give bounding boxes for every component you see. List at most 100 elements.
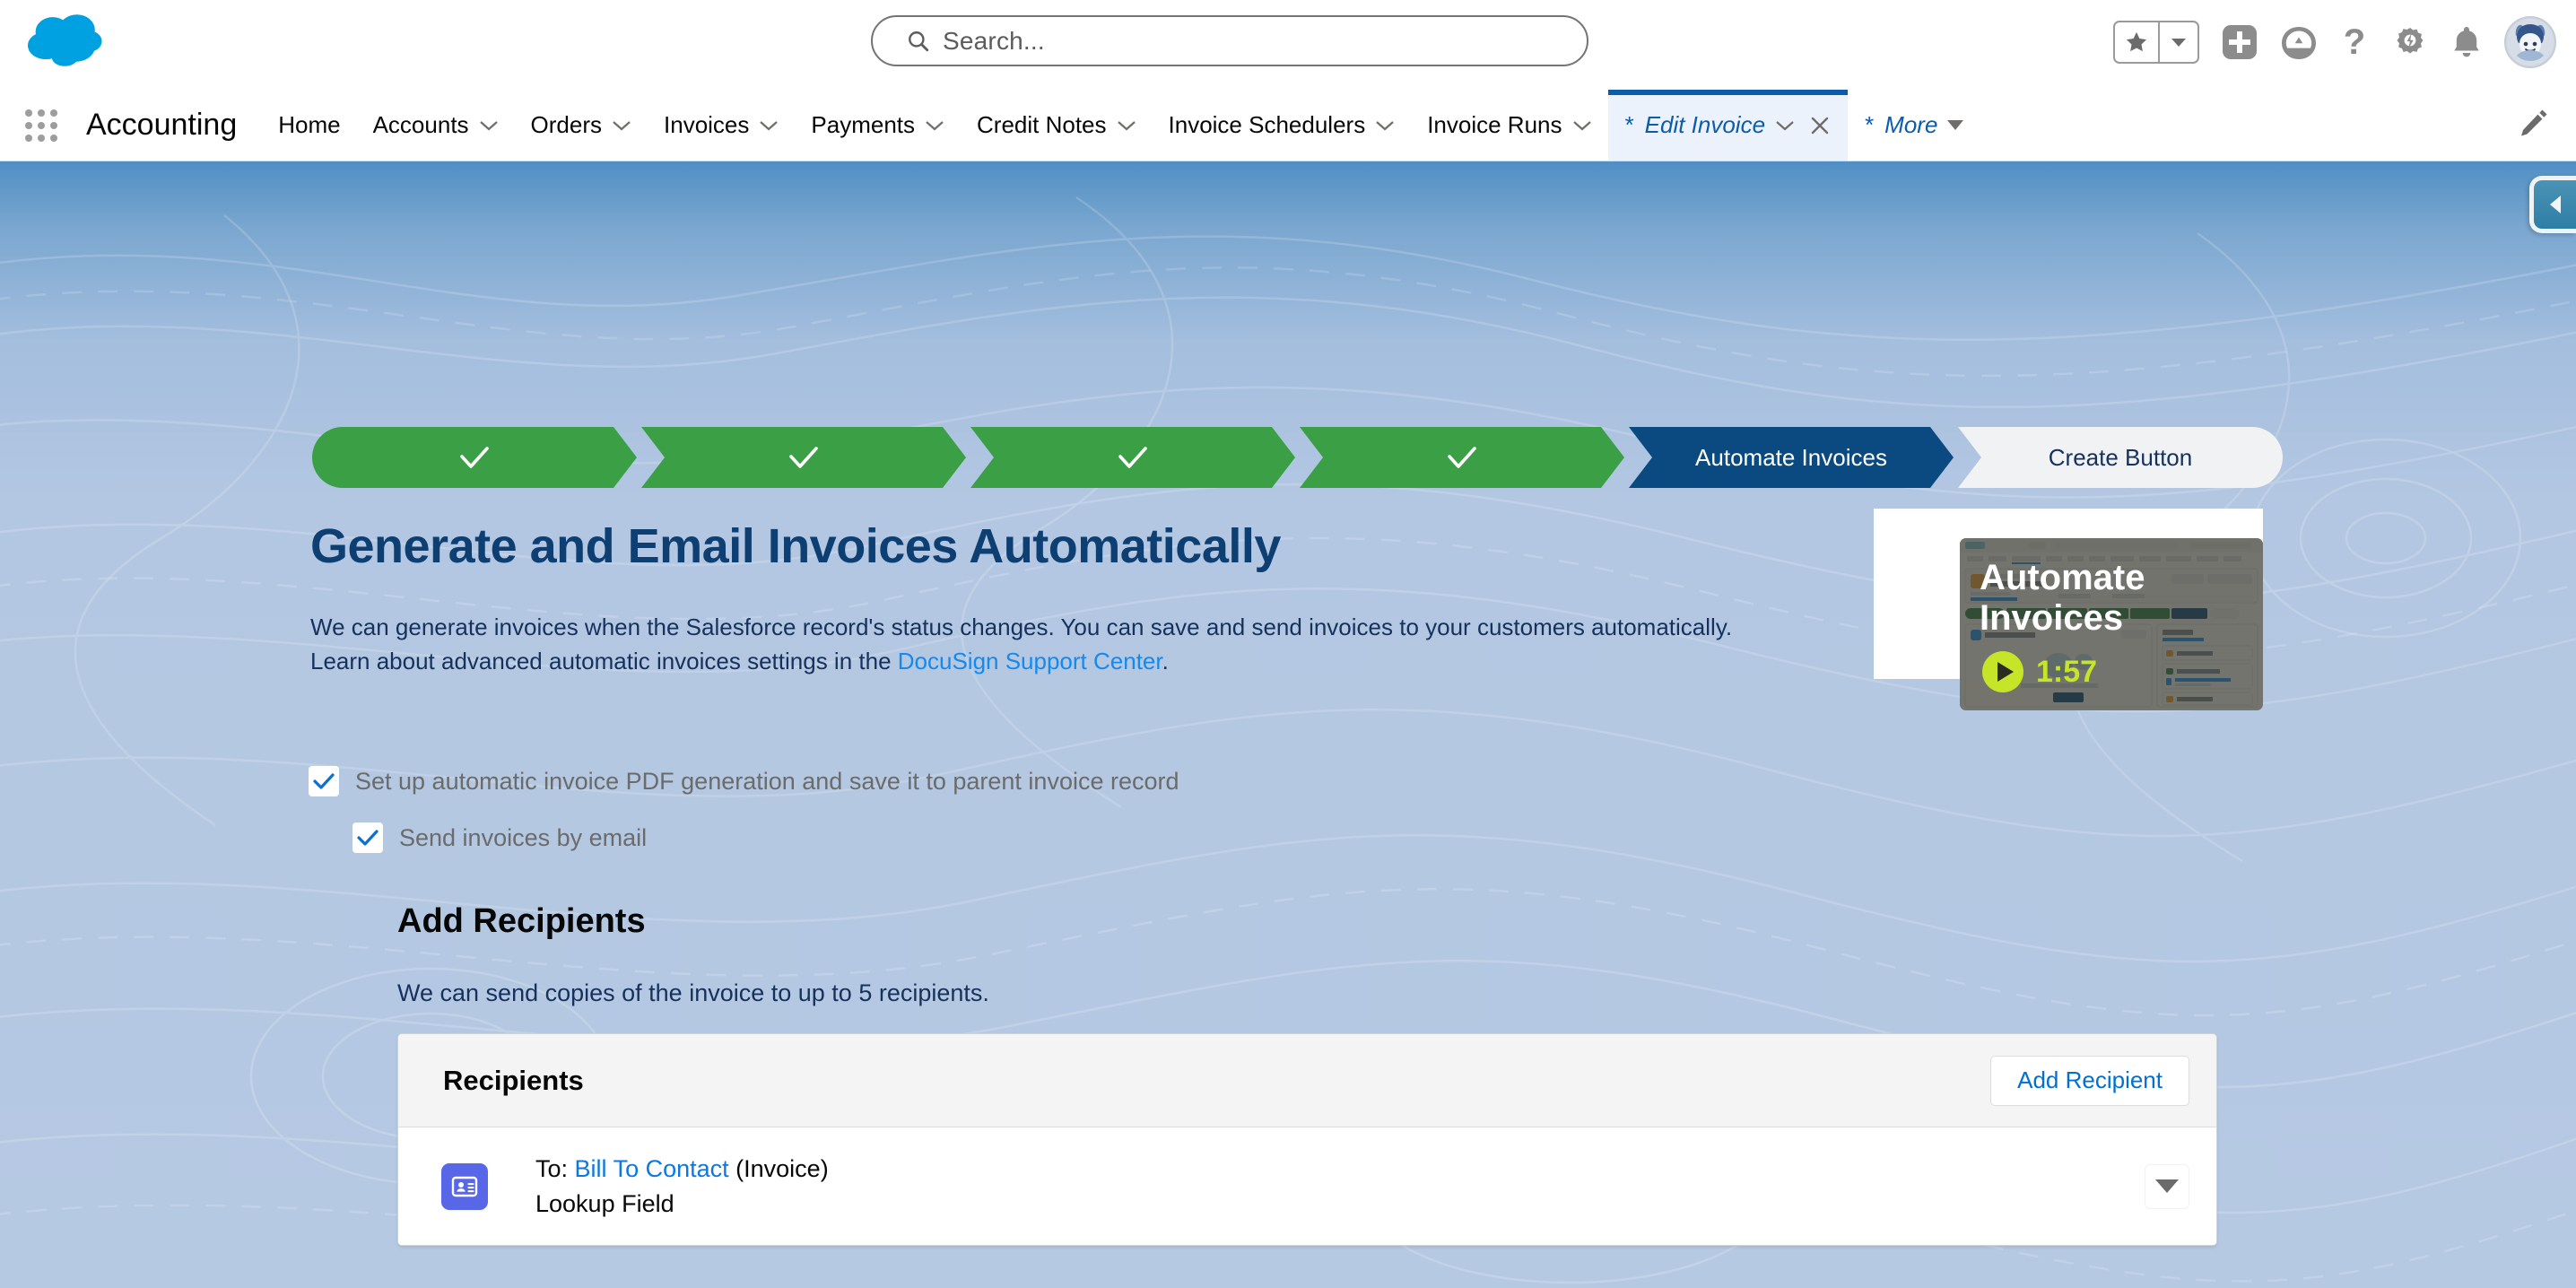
chevron-down-icon [760, 120, 779, 130]
check-icon [788, 445, 820, 470]
search-icon [909, 30, 929, 51]
nav-item-label: Invoice Runs [1427, 111, 1562, 138]
nav-item-label: Accounts [372, 111, 469, 138]
recipient-row[interactable]: To: Bill To Contact (Invoice) Lookup Fie… [398, 1127, 2216, 1245]
svg-text:?: ? [2344, 22, 2365, 62]
nav-item-label: Payments [811, 111, 916, 138]
global-actions-plus-icon[interactable] [2221, 23, 2258, 61]
recipients-card: Recipients Add Recipient To: Bill To Con… [397, 1033, 2217, 1246]
setup-gear-icon[interactable] [2391, 23, 2429, 61]
recipient-object-suffix: (Invoice) [735, 1155, 829, 1183]
checkbox-row-send-by-email[interactable]: Send invoices by email [352, 822, 647, 853]
description-line-2-prefix: Learn about advanced automatic invoices … [310, 647, 898, 674]
recipient-field-link[interactable]: Bill To Contact [575, 1155, 729, 1182]
chevron-down-icon [479, 120, 498, 130]
app-name-label: Accounting [86, 108, 238, 142]
step-3-completed[interactable] [970, 427, 1295, 488]
favorites-caret-icon[interactable] [2160, 22, 2197, 62]
nav-tab-more[interactable]: * More [1848, 90, 1980, 161]
nav-item-invoice-schedulers[interactable]: Invoice Schedulers [1153, 90, 1412, 161]
flow-canvas: Automate Invoices Create Button Generate… [0, 161, 2576, 1288]
video-play-control[interactable]: 1:57 [1982, 651, 2097, 692]
nav-item-list: Home Accounts Orders Invoices Payments C… [262, 90, 1980, 161]
favorites-group[interactable] [2113, 21, 2199, 64]
check-icon [458, 445, 491, 470]
docusign-support-center-link[interactable]: DocuSign Support Center [898, 648, 1162, 674]
unsaved-indicator: * [1864, 111, 1874, 138]
header-icon-group: ? [2113, 14, 2556, 70]
recipients-card-title: Recipients [443, 1064, 584, 1096]
recipient-details: To: Bill To Contact (Invoice) Lookup Fie… [535, 1152, 829, 1221]
chevron-down-icon [1117, 120, 1136, 130]
add-recipient-button[interactable]: Add Recipient [1990, 1055, 2189, 1106]
search-input[interactable]: Search... [871, 15, 1588, 66]
step-1-completed[interactable] [312, 427, 637, 488]
global-header: Search... ? [0, 0, 2576, 90]
notifications-bell-icon[interactable] [2450, 23, 2483, 61]
step-create-button-upcoming[interactable]: Create Button [1958, 427, 2283, 488]
step-label: Automate Invoices [1695, 443, 1887, 471]
unsaved-indicator: * [1623, 111, 1633, 138]
close-icon[interactable] [1808, 114, 1832, 137]
play-button-icon[interactable] [1982, 651, 2023, 692]
checkbox-send-by-email[interactable] [352, 822, 383, 853]
nav-item-credit-notes[interactable]: Credit Notes [961, 90, 1153, 161]
chevron-down-icon[interactable] [1775, 119, 1795, 132]
global-search[interactable]: Search... [871, 15, 1588, 66]
checkbox-pdf-generation[interactable] [309, 766, 339, 796]
checkbox-row-pdf-generation[interactable]: Set up automatic invoice PDF generation … [309, 766, 1179, 796]
step-2-completed[interactable] [641, 427, 966, 488]
recipient-field-type: Lookup Field [535, 1189, 674, 1217]
recipient-to-label: To: [535, 1155, 569, 1183]
nav-item-label: Invoices [664, 111, 750, 138]
nav-item-label: Invoice Schedulers [1168, 111, 1366, 138]
recipients-card-header: Recipients Add Recipient [398, 1034, 2216, 1127]
video-duration: 1:57 [2036, 654, 2098, 689]
app-launcher-waffle-icon[interactable] [25, 109, 59, 142]
flow-progress-indicator: Automate Invoices Create Button [312, 427, 2283, 488]
page-description: We can generate invoices when the Salesf… [310, 611, 1835, 678]
video-title: Automate Invoices [1980, 558, 2145, 638]
checkbox-label: Send invoices by email [399, 823, 648, 851]
nav-item-invoice-runs[interactable]: Invoice Runs [1411, 90, 1607, 161]
chevron-down-icon [613, 120, 631, 130]
salesforce-cloud-logo[interactable] [27, 13, 113, 68]
nav-item-payments[interactable]: Payments [795, 90, 961, 161]
trailhead-icon[interactable] [2280, 24, 2318, 60]
chevron-down-icon [1376, 120, 1394, 130]
check-icon [357, 830, 379, 846]
recipient-primary-line: To: Bill To Contact (Invoice) [535, 1152, 829, 1186]
step-4-completed[interactable] [1300, 427, 1624, 488]
pencil-edit-icon[interactable] [2517, 106, 2551, 144]
nav-item-accounts[interactable]: Accounts [357, 90, 515, 161]
recipient-row-menu-button[interactable] [2145, 1163, 2189, 1209]
help-icon[interactable]: ? [2339, 22, 2370, 62]
search-placeholder: Search... [943, 26, 1045, 55]
nav-item-orders[interactable]: Orders [515, 90, 648, 161]
nav-item-label: Credit Notes [977, 111, 1107, 138]
user-avatar[interactable] [2504, 16, 2556, 68]
add-recipients-heading: Add Recipients [397, 902, 646, 940]
favorites-star-icon[interactable] [2115, 22, 2158, 62]
collapse-panel-left-arrow-icon[interactable] [2529, 176, 2576, 233]
description-line-1: We can generate invoices when the Salesf… [310, 614, 1733, 641]
app-navigation-bar: Accounting Home Accounts Orders Invoices… [0, 90, 2576, 161]
nav-tab-label: Edit Invoice [1644, 111, 1766, 138]
step-automate-invoices-current[interactable]: Automate Invoices [1629, 427, 1954, 488]
check-icon [1117, 445, 1149, 470]
automate-invoices-video-thumbnail[interactable]: Automate Invoices 1:57 [1960, 538, 2263, 710]
chevron-down-icon [926, 120, 944, 130]
description-line-2: Learn about advanced automatic invoices … [310, 645, 1835, 678]
nav-tab-edit-invoice[interactable]: * Edit Invoice [1607, 90, 1849, 161]
nav-item-label: Orders [530, 111, 603, 138]
chevron-down-icon [1572, 120, 1591, 130]
check-icon [313, 773, 335, 789]
contact-card-icon [441, 1162, 488, 1210]
nav-item-home[interactable]: Home [262, 90, 356, 161]
checkbox-label: Set up automatic invoice PDF generation … [355, 767, 1179, 795]
check-icon [1446, 445, 1478, 470]
caret-down-icon [2155, 1179, 2179, 1193]
nav-item-invoices[interactable]: Invoices [648, 90, 795, 161]
step-label: Create Button [2048, 443, 2193, 471]
description-line-2-suffix: . [1162, 647, 1169, 674]
